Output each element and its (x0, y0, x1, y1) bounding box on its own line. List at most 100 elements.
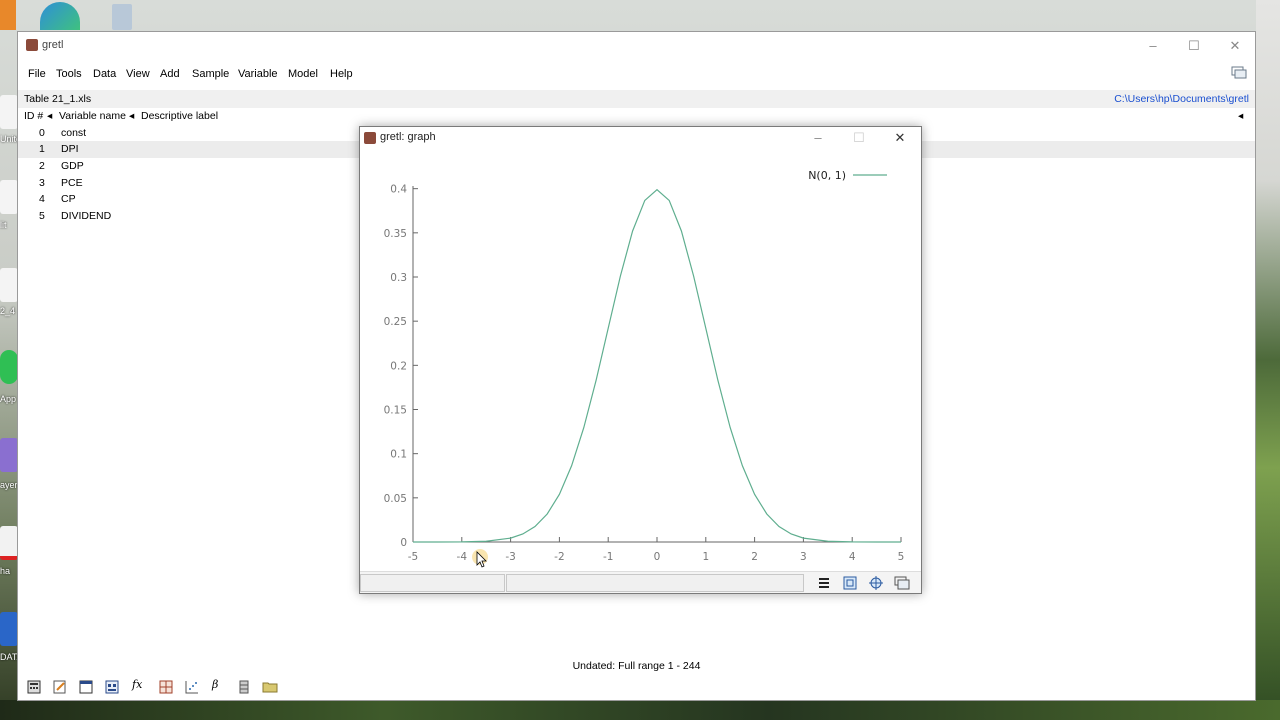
script-editor-icon[interactable] (52, 679, 68, 695)
menu-help[interactable]: Help (330, 68, 353, 80)
desktop-app-icon[interactable] (0, 0, 16, 30)
window-title: gretl (42, 39, 64, 51)
column-variable-name[interactable]: Variable name (59, 110, 126, 122)
detach-window-icon[interactable] (1231, 66, 1247, 80)
x-tick-label: 4 (849, 551, 856, 563)
y-tick-label: 0 (400, 537, 407, 549)
console-icon[interactable] (78, 679, 94, 695)
desktop-wallpaper-bottom (0, 700, 1280, 720)
close-button[interactable]: ✕ (1215, 36, 1255, 56)
sort-arrow-icon[interactable]: ◂ (47, 110, 52, 122)
variable-list-header: ID # ◂ Variable name ◂ Descriptive label… (18, 108, 1255, 125)
window-icon[interactable] (894, 575, 910, 591)
open-folder-icon[interactable] (262, 679, 278, 695)
graph-status-bar (360, 571, 921, 593)
working-directory-path[interactable]: C:\Users\hp\Documents\gretl (1114, 93, 1249, 105)
title-bar[interactable]: gretl – ☐ ✕ (18, 32, 1255, 60)
menu-icon[interactable] (816, 575, 832, 591)
menu-model[interactable]: Model (288, 68, 318, 80)
gretl-app-icon (364, 132, 376, 144)
graph-minimize-button[interactable]: – (798, 128, 838, 148)
target-icon[interactable] (868, 575, 884, 591)
bottom-toolbar: fx β (18, 674, 1255, 700)
menu-tools[interactable]: Tools (56, 68, 82, 80)
x-tick-label: 0 (654, 551, 661, 563)
x-tick-label: 1 (702, 551, 709, 563)
zoom-icon[interactable] (842, 575, 858, 591)
column-id[interactable]: ID # (24, 110, 43, 122)
gretl-app-icon (26, 39, 38, 51)
variable-id: 4 (39, 193, 45, 205)
graph-coords-field (506, 574, 804, 592)
packages-icon[interactable] (158, 679, 174, 695)
variable-id: 3 (39, 177, 45, 189)
graph-icon[interactable] (184, 679, 200, 695)
sort-arrow-icon[interactable]: ◂ (1238, 110, 1243, 122)
graph-maximize-button[interactable]: ☐ (839, 128, 879, 148)
variable-name: DIVIDEND (61, 210, 112, 222)
normal-density-chart[interactable]: 0 0.05 0.1 0.15 0.2 0.25 0.3 0.35 0.4 -5 -4 -3 -2 -1… (360, 149, 921, 571)
edge-icon[interactable] (40, 2, 80, 30)
desktop-file-icon[interactable] (0, 268, 18, 302)
function-icon[interactable]: fx (132, 678, 148, 694)
x-tick-label: -2 (554, 551, 564, 563)
model-icon[interactable]: β (212, 678, 228, 694)
menu-bar: File Tools Data View Add Sample Variable… (18, 64, 1255, 84)
session-icon[interactable] (104, 679, 120, 695)
x-tick-label: 3 (800, 551, 807, 563)
desktop-label: lit (0, 220, 7, 230)
variable-name: CP (61, 193, 76, 205)
desktop-file-icon[interactable] (0, 180, 18, 214)
desktop-file-icon[interactable] (0, 95, 18, 129)
desktop-wallpaper-right (1256, 0, 1280, 720)
series-line-n01 (412, 188, 902, 543)
x-tick-label: 2 (751, 551, 758, 563)
database-icon[interactable] (236, 679, 252, 695)
status-bar: Undated: Full range 1 - 244 (18, 656, 1255, 674)
calculator-icon[interactable] (26, 679, 42, 695)
chart-legend: N(0, 1) (808, 169, 887, 182)
desktop-label: App (0, 394, 17, 404)
menu-file[interactable]: File (28, 68, 46, 80)
y-tick-label: 0.05 (384, 493, 407, 505)
dataset-filename: Table 21_1.xls (24, 93, 92, 105)
column-descriptive-label[interactable]: Descriptive label (141, 110, 218, 122)
y-tick-label: 0.1 (390, 449, 407, 461)
sort-arrow-icon[interactable]: ◂ (129, 110, 134, 122)
desktop-label: 2_4 (0, 306, 16, 316)
variable-id: 1 (39, 143, 45, 155)
variable-name: const (61, 127, 87, 139)
x-tick-label: -1 (603, 551, 613, 563)
graph-window: gretl: graph – ☐ ✕ 0 0.05 0.1 0.15 0.2 0.25 0.… (359, 126, 922, 594)
x-tick-label: -4 (457, 551, 468, 563)
y-tick-label: 0.2 (390, 360, 407, 372)
menu-sample[interactable]: Sample (192, 68, 229, 80)
dataset-info-bar: Table 21_1.xls C:\Users\hp\Documents\gre… (18, 90, 1255, 108)
x-tick-label: 5 (898, 551, 905, 563)
recycle-bin-icon[interactable] (112, 4, 132, 30)
menu-variable[interactable]: Variable (238, 68, 278, 80)
plot-area[interactable]: 0 0.05 0.1 0.15 0.2 0.25 0.3 0.35 0.4 -5 -4 -3 -2 -1… (360, 149, 921, 571)
minimize-button[interactable]: – (1133, 36, 1173, 56)
desktop-label: ha (0, 566, 11, 576)
pdf-file-icon[interactable] (0, 526, 18, 560)
maximize-button[interactable]: ☐ (1174, 36, 1214, 56)
menu-data[interactable]: Data (93, 68, 116, 80)
y-tick-label: 0.4 (390, 184, 407, 196)
data-file-icon[interactable] (0, 612, 18, 646)
cursor-highlight (472, 549, 488, 568)
graph-close-button[interactable]: ✕ (880, 128, 920, 148)
media-player-icon[interactable] (0, 438, 18, 472)
variable-id: 5 (39, 210, 45, 222)
legend-label: N(0, 1) (808, 169, 846, 182)
menu-view[interactable]: View (126, 68, 150, 80)
graph-window-title: gretl: graph (380, 131, 436, 143)
menu-add[interactable]: Add (160, 68, 180, 80)
graph-title-bar[interactable]: gretl: graph – ☐ ✕ (360, 127, 921, 149)
y-tick-label: 0.35 (384, 228, 407, 240)
variable-id: 2 (39, 160, 45, 172)
desktop-label: ayer (0, 480, 18, 490)
x-tick-label: -3 (505, 551, 515, 563)
variable-id: 0 (39, 127, 45, 139)
whatsapp-icon[interactable] (0, 350, 18, 384)
